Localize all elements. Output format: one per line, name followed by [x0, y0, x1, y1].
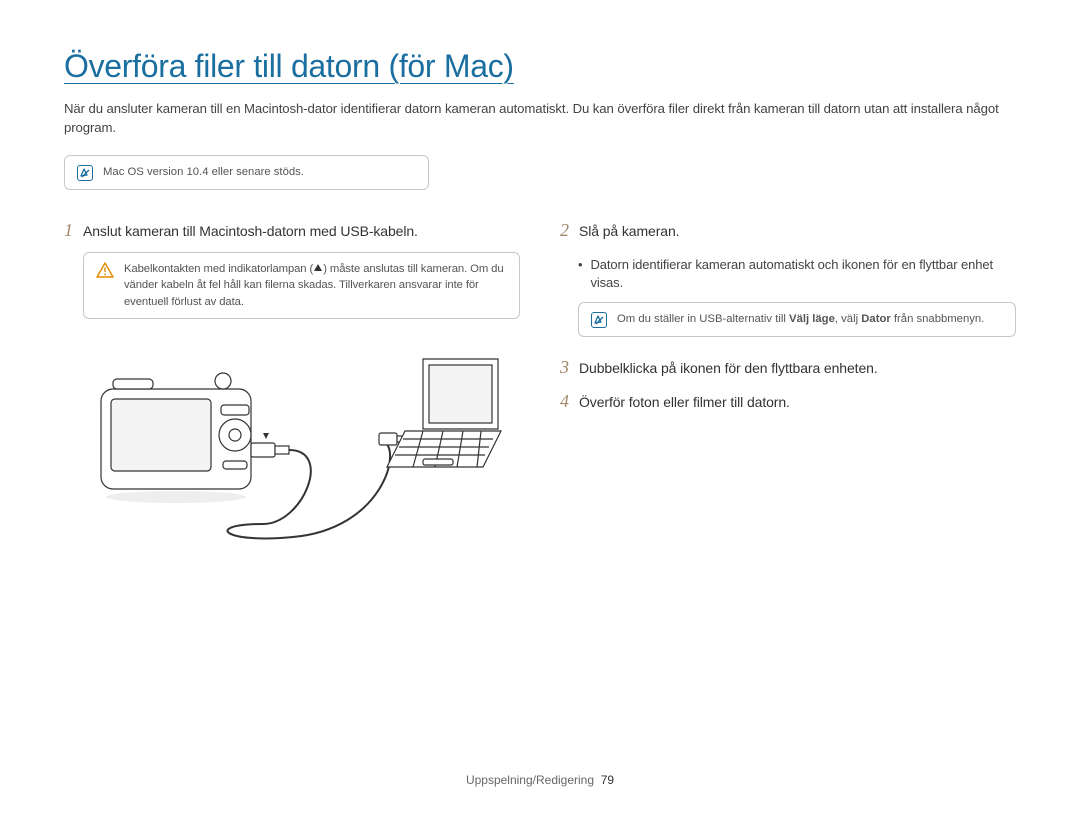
page-title: Överföra filer till datorn (för Mac)	[64, 48, 1016, 85]
bullet-icon: •	[578, 256, 582, 292]
cable-warning: Kabelkontakten med indikatorlampan () må…	[83, 252, 520, 319]
step-4: 4 Överför foton eller filmer till datorn…	[560, 393, 1016, 413]
step-2: 2 Slå på kameran.	[560, 222, 1016, 242]
step-number: 4	[560, 391, 569, 413]
info-icon	[591, 312, 607, 328]
os-support-text: Mac OS version 10.4 eller senare stöds.	[103, 164, 304, 180]
content-columns: 1 Anslut kameran till Macintosh-datorn m…	[64, 222, 1016, 563]
step-number: 3	[560, 357, 569, 379]
intro-paragraph: När du ansluter kameran till en Macintos…	[64, 99, 1016, 137]
note-mid: , välj	[835, 313, 861, 325]
warning-icon	[96, 262, 114, 283]
step-2-bullet-text: Datorn identifierar kameran automatiskt …	[590, 256, 1016, 292]
footer-page-number: 79	[601, 773, 614, 787]
os-support-note: Mac OS version 10.4 eller senare stöds.	[64, 155, 429, 190]
step-number: 1	[64, 220, 73, 549]
step-3: 3 Dubbelklicka på ikonen för den flyttba…	[560, 359, 1016, 379]
step-2-bullet: • Datorn identifierar kameran automatisk…	[578, 256, 1016, 292]
step-1: 1 Anslut kameran till Macintosh-datorn m…	[64, 222, 520, 549]
page-footer: Uppspelning/Redigering 79	[0, 773, 1080, 787]
arrow-up-icon	[314, 264, 322, 271]
usb-option-note: Om du ställer in USB-alternativ till Väl…	[578, 302, 1016, 337]
right-column: 2 Slå på kameran. • Datorn identifierar …	[560, 222, 1016, 563]
warn-pre: Kabelkontakten med indikatorlampan (	[124, 263, 313, 275]
step-4-text: Överför foton eller filmer till datorn.	[579, 393, 1016, 413]
note-post: från snabbmenyn.	[891, 313, 985, 325]
left-column: 1 Anslut kameran till Macintosh-datorn m…	[64, 222, 520, 563]
usb-option-text: Om du ställer in USB-alternativ till Väl…	[617, 311, 984, 327]
footer-section: Uppspelning/Redigering	[466, 773, 594, 787]
note-pre: Om du ställer in USB-alternativ till	[617, 313, 789, 325]
connection-diagram	[83, 349, 503, 549]
note-bold-1: Välj läge	[789, 313, 835, 325]
info-icon	[77, 165, 93, 181]
cable-warning-text: Kabelkontakten med indikatorlampan () må…	[124, 261, 507, 310]
step-number: 2	[560, 220, 569, 242]
note-bold-2: Dator	[861, 313, 891, 325]
step-3-text: Dubbelklicka på ikonen för den flyttbara…	[579, 359, 1016, 379]
step-1-text: Anslut kameran till Macintosh-datorn med…	[83, 222, 520, 242]
step-2-text: Slå på kameran.	[579, 222, 1016, 242]
